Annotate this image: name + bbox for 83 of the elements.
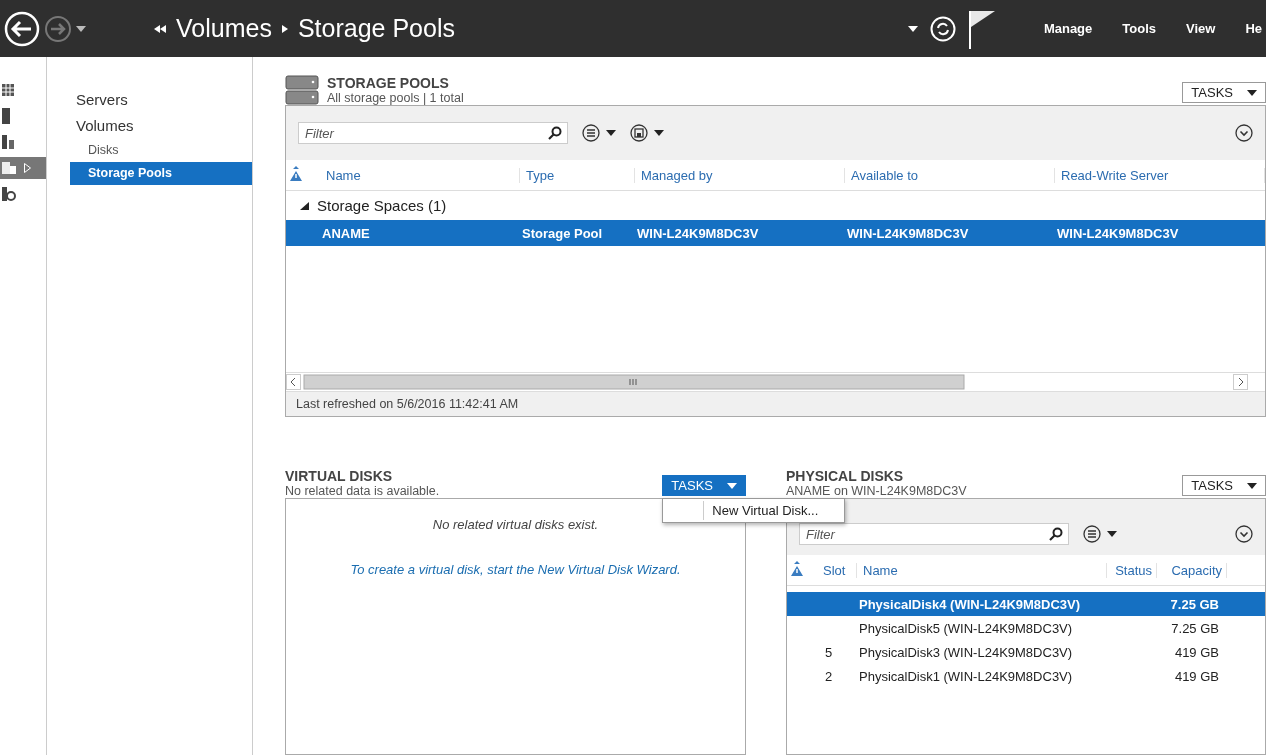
filter-field[interactable]: Filter <box>799 523 1069 545</box>
table-cell-text: 419 GB <box>1173 644 1220 660</box>
column-header[interactable]: Name <box>320 167 520 183</box>
table-cell-text: PhysicalDisk5 (WIN-L24K9M8DC3V) <box>858 620 1074 636</box>
section-title: VIRTUAL DISKS <box>285 468 394 484</box>
tasks-button[interactable]: TASKS <box>1182 82 1266 103</box>
refresh-icon[interactable] <box>929 15 956 42</box>
back-icon[interactable] <box>4 10 40 47</box>
servers-icon[interactable] <box>2 135 14 149</box>
breadcrumb[interactable]: Volumes <box>176 14 272 43</box>
column-header[interactable]: Name <box>857 562 1107 578</box>
table-row[interactable]: PhysicalDisk5 (WIN-L24K9M8DC3V) 7.25 GB <box>787 616 1265 640</box>
nav-item[interactable]: Volumes <box>70 113 252 139</box>
forward-icon[interactable] <box>44 14 72 43</box>
table-cell-text: PhysicalDisk4 (WIN-L24K9M8DC3V) <box>858 596 1082 612</box>
table-cell-text: PhysicalDisk3 (WIN-L24K9M8DC3V) <box>858 644 1074 660</box>
collapse-triangle-icon[interactable] <box>300 201 309 210</box>
table-cell-text: 419 GB <box>1173 668 1220 684</box>
list-view-icon[interactable] <box>1083 525 1101 543</box>
double-chevron-icon <box>154 24 166 33</box>
table-row[interactable]: 5 PhysicalDisk3 (WIN-L24K9M8DC3V) 419 GB <box>787 640 1265 664</box>
table-cell-text: WIN-L24K9M8DC3V <box>636 225 760 241</box>
filter-field[interactable]: Filter <box>298 122 568 144</box>
column-header[interactable]: Capacity <box>1157 562 1227 578</box>
table-cell: 5 <box>825 644 833 660</box>
caret-icon <box>1247 482 1257 489</box>
table-row[interactable]: ANAME Storage Pool WIN-L24K9M8DC3V WIN-L24K9M8DC3V WIN-L24K9M8DC3V <box>286 220 1265 246</box>
table-cell-text: Storage Pool <box>521 225 604 241</box>
tasks-button[interactable]: TASKS <box>662 475 746 496</box>
breadcrumb[interactable]: Storage Pools <box>297 14 455 43</box>
caret-icon <box>606 130 616 136</box>
column-header[interactable]: Read-Write Server <box>1055 167 1265 183</box>
sort-warning-icon[interactable] <box>791 560 803 577</box>
last-refreshed-text: Last refreshed on 5/6/2016 11:42:41 AM <box>286 391 1265 416</box>
table-cell-text: WIN-L24K9M8DC3V <box>846 225 970 241</box>
section-title: STORAGE POOLS <box>327 75 450 91</box>
table-row[interactable]: 2 PhysicalDisk1 (WIN-L24K9M8DC3V) 419 GB <box>787 664 1265 688</box>
column-header[interactable]: Managed by <box>635 167 845 183</box>
table-cell-text: ANAME <box>321 225 371 241</box>
section-subtitle: No related data is available. <box>285 484 441 498</box>
expand-icon[interactable] <box>1235 525 1253 543</box>
chevron-icon <box>281 24 288 33</box>
menu-item[interactable]: New Virtual Disk... <box>703 501 845 520</box>
caret-icon <box>76 25 86 32</box>
menu-item[interactable]: Manage <box>1043 21 1093 36</box>
menu-item[interactable]: View <box>1186 21 1216 36</box>
column-header[interactable]: Status <box>1107 562 1157 578</box>
caret-icon <box>654 130 664 136</box>
horizontal-scrollbar[interactable] <box>286 374 1248 390</box>
menu-item[interactable]: Tools <box>1122 21 1156 36</box>
dashboard-icon[interactable] <box>2 84 14 96</box>
table-row[interactable]: PhysicalDisk4 (WIN-L24K9M8DC3V) 7.25 GB <box>787 592 1265 616</box>
search-icon[interactable] <box>548 126 562 140</box>
tasks-button[interactable]: TASKS <box>1182 475 1266 496</box>
column-header[interactable]: Available to <box>845 167 1055 183</box>
group-label: Storage Spaces (1) <box>317 197 447 214</box>
caret-icon <box>907 25 918 32</box>
caret-icon <box>1247 89 1257 96</box>
section-title: PHYSICAL DISKS <box>786 468 905 484</box>
nav-item[interactable]: Servers <box>70 87 252 113</box>
caret-icon <box>727 482 737 489</box>
table-cell-text: 7.25 GB <box>1169 596 1220 612</box>
search-icon[interactable] <box>1049 527 1063 541</box>
caret-icon <box>1107 531 1117 537</box>
nav-item[interactable]: Disks <box>70 139 252 162</box>
table-cell: 2 <box>825 668 833 684</box>
menu-item[interactable]: He <box>1245 21 1262 36</box>
empty-message: No related virtual disks exist. <box>431 517 600 532</box>
storage-icon[interactable] <box>2 162 16 174</box>
nav-item[interactable]: Storage Pools <box>70 162 252 185</box>
column-header[interactable]: Slot <box>817 562 857 578</box>
table-cell-text: WIN-L24K9M8DC3V <box>1056 225 1180 241</box>
table-cell-text: PhysicalDisk1 (WIN-L24K9M8DC3V) <box>858 668 1074 684</box>
sort-warning-icon[interactable] <box>290 165 302 182</box>
hint-text: To create a virtual disk, start the New Virtual Disk Wizard. <box>349 562 682 577</box>
section-subtitle: All storage pools | 1 total <box>327 91 465 105</box>
save-icon[interactable] <box>630 124 648 142</box>
expand-arrow-icon <box>24 163 31 173</box>
column-header[interactable]: Type <box>520 167 635 183</box>
table-cell-text: 7.25 GB <box>1170 620 1220 636</box>
expand-icon[interactable] <box>1235 124 1253 142</box>
list-view-icon[interactable] <box>582 124 600 142</box>
section-subtitle: ANAME on WIN-L24K9M8DC3V <box>786 484 968 498</box>
